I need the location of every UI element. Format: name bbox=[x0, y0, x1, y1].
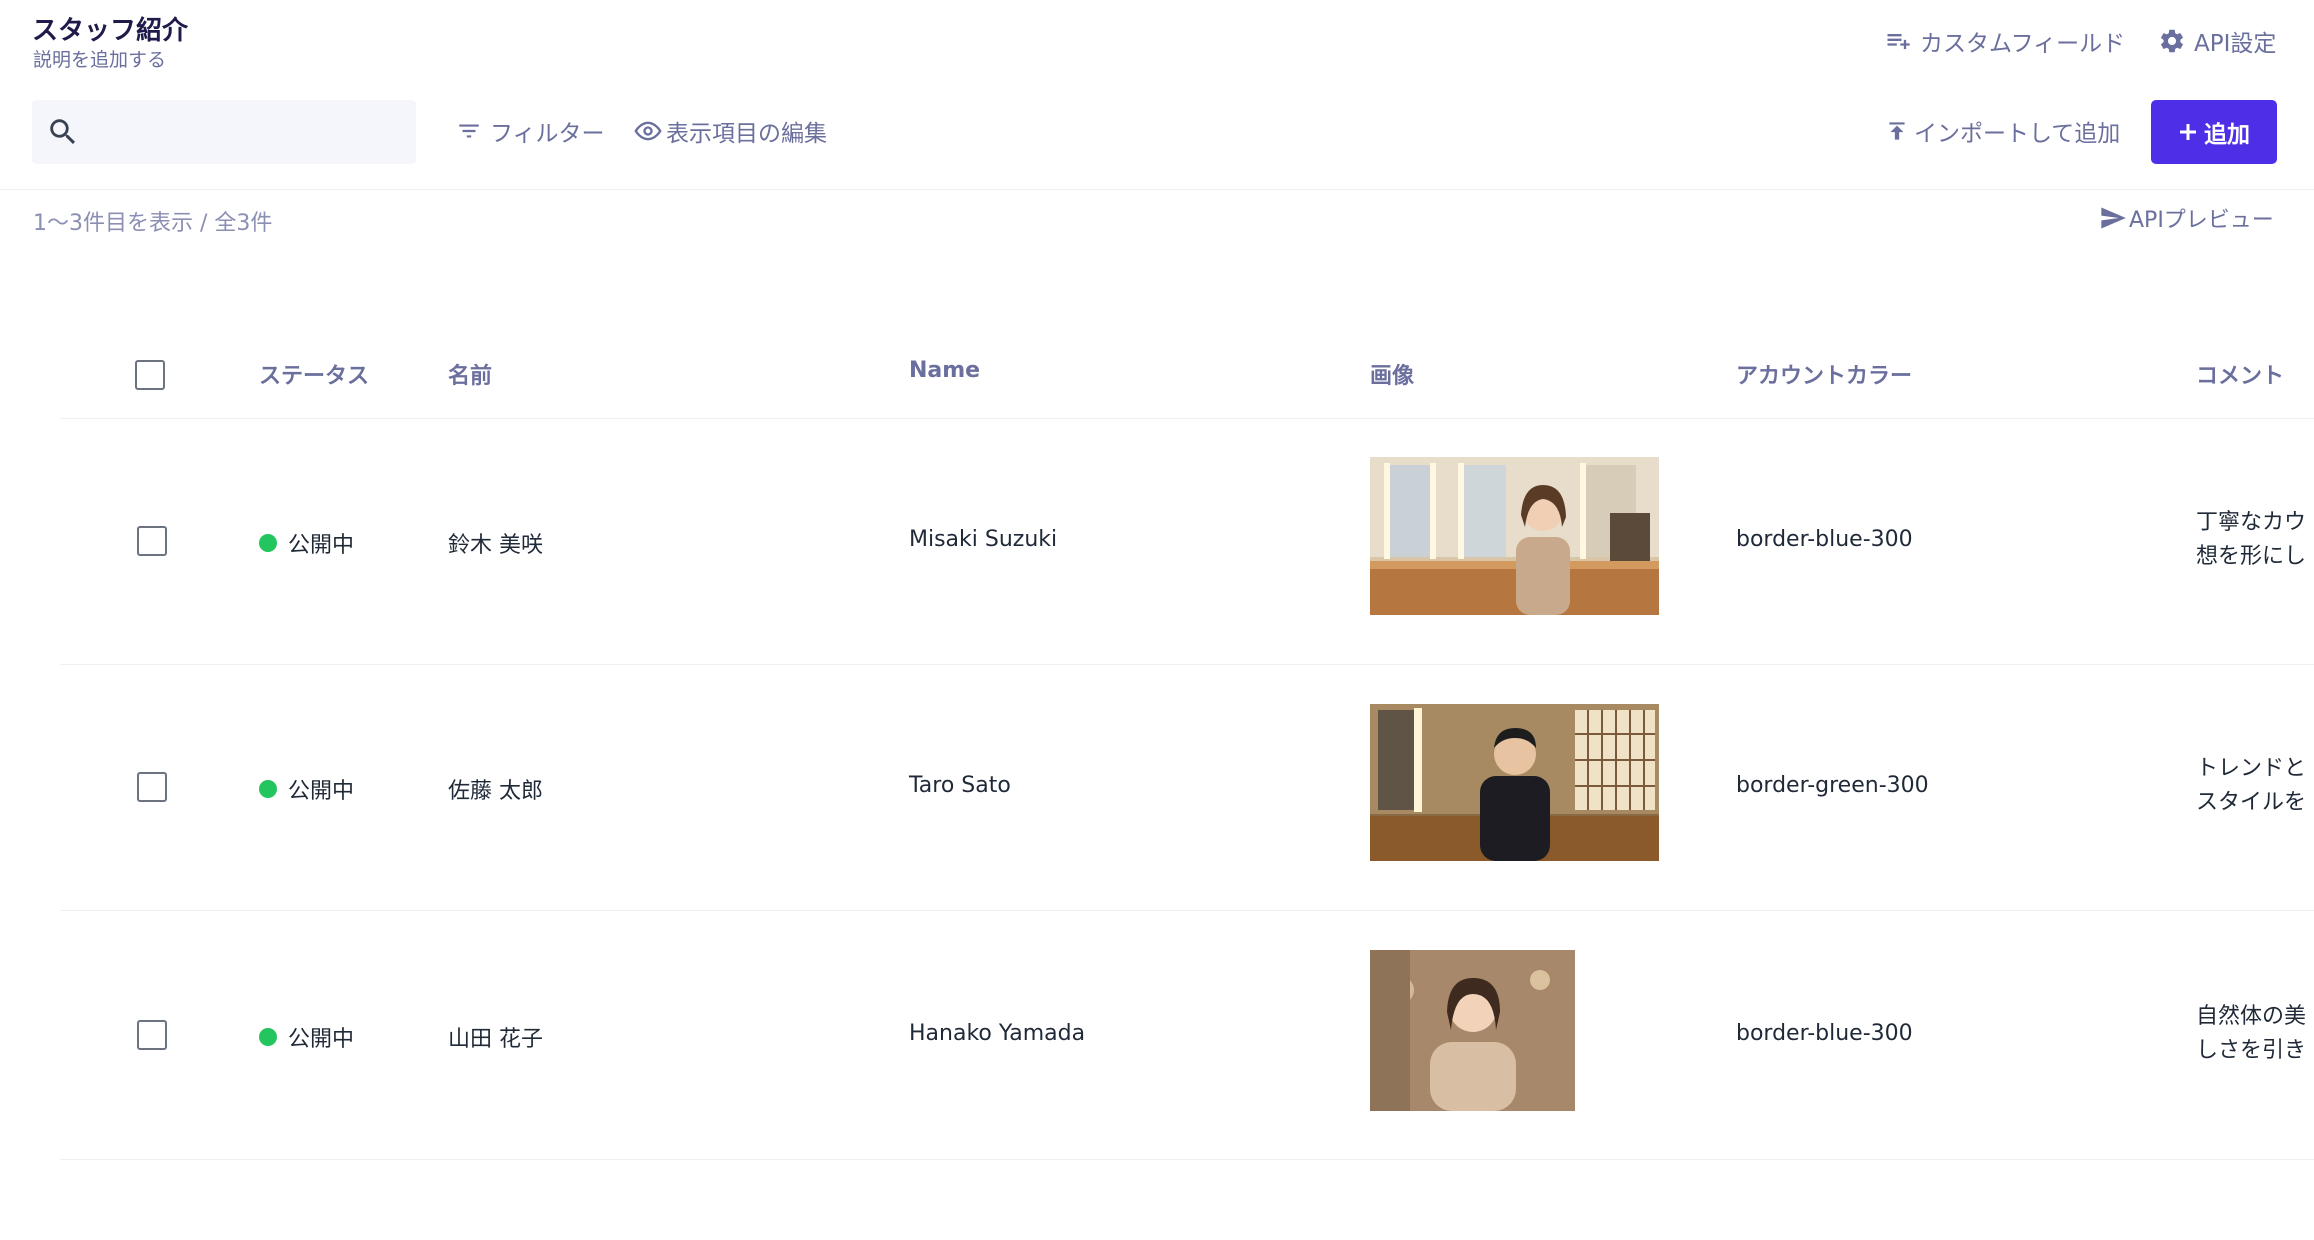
table-header-divider bbox=[60, 418, 2314, 419]
playlist-add-icon bbox=[1887, 34, 1910, 50]
name-ja-cell: 山田 花子 bbox=[448, 1027, 543, 1052]
column-header-name-ja[interactable]: 名前 bbox=[448, 358, 492, 390]
search-icon bbox=[50, 119, 76, 145]
name-ja-cell: 佐藤 太郎 bbox=[448, 779, 543, 804]
api-settings-button[interactable]: API設定 bbox=[2158, 24, 2276, 58]
filter-label: フィルター bbox=[490, 121, 605, 147]
column-header-account-color[interactable]: アカウントカラー bbox=[1736, 358, 1912, 390]
upload-icon bbox=[1889, 122, 1905, 140]
custom-field-button[interactable]: カスタムフィールド bbox=[1884, 24, 2125, 58]
edit-columns-label: 表示項目の編集 bbox=[666, 121, 827, 147]
search-box bbox=[32, 100, 416, 164]
row-divider bbox=[60, 1159, 2314, 1160]
name-en-cell: Taro Sato bbox=[909, 773, 1011, 798]
api-preview-label: APIプレビュー bbox=[2129, 208, 2274, 233]
comment-line: 想を形にし bbox=[2196, 544, 2307, 569]
name-en-cell: Misaki Suzuki bbox=[909, 527, 1058, 552]
result-count: 1〜3件目を表示 / 全3件 bbox=[33, 211, 273, 236]
filter-button[interactable]: フィルター bbox=[456, 114, 605, 148]
comment-line: スタイルを bbox=[2196, 790, 2307, 815]
toolbar-divider bbox=[0, 189, 2314, 190]
import-button[interactable]: インポートして追加 bbox=[1884, 114, 2120, 148]
column-header-comment[interactable]: コメント bbox=[2196, 358, 2284, 390]
import-label: インポートして追加 bbox=[1914, 121, 2121, 147]
status-badge: 公開中 bbox=[259, 773, 354, 805]
gear-icon bbox=[2161, 29, 2183, 53]
comment-line: 丁寧なカウ bbox=[2196, 510, 2307, 535]
account-color-cell: border-blue-300 bbox=[1736, 527, 1913, 552]
custom-field-label: カスタムフィールド bbox=[1920, 31, 2126, 57]
api-preview-button[interactable]: APIプレビュー bbox=[2099, 202, 2274, 234]
stylist-photo-woman-salon[interactable] bbox=[1370, 457, 1659, 615]
account-color-cell: border-blue-300 bbox=[1736, 1021, 1913, 1046]
filter-icon bbox=[459, 124, 479, 138]
name-ja-cell: 鈴木 美咲 bbox=[448, 533, 543, 558]
page-description-link[interactable]: 説明を追加する bbox=[33, 45, 166, 72]
stylist-photo-man-salon[interactable] bbox=[1370, 704, 1659, 861]
edit-columns-button[interactable]: 表示項目の編集 bbox=[634, 114, 827, 148]
row-divider bbox=[60, 910, 2314, 911]
comment-cell: 自然体の美 しさを引き bbox=[2196, 1000, 2306, 1068]
comment-line: トレンドと bbox=[2196, 756, 2307, 781]
api-settings-label: API設定 bbox=[2194, 31, 2277, 57]
add-button[interactable]: 追加 bbox=[2151, 100, 2277, 164]
status-dot bbox=[259, 534, 277, 552]
page-title: スタッフ紹介 bbox=[32, 16, 189, 46]
name-en-cell: Hanako Yamada bbox=[909, 1021, 1086, 1046]
status-label: 公開中 bbox=[288, 779, 355, 804]
column-header-name-en[interactable]: Name bbox=[909, 358, 980, 383]
status-label: 公開中 bbox=[288, 533, 355, 558]
comment-cell: トレンドと スタイルを bbox=[2196, 752, 2306, 820]
comment-line: 自然体の美 bbox=[2196, 1004, 2307, 1029]
account-color-cell: border-green-300 bbox=[1736, 773, 1929, 798]
plus-icon bbox=[2180, 124, 2196, 140]
search-input[interactable] bbox=[90, 118, 394, 146]
status-badge: 公開中 bbox=[259, 527, 354, 559]
send-icon bbox=[2101, 207, 2126, 229]
comment-line: しさを引き bbox=[2196, 1038, 2307, 1063]
status-badge: 公開中 bbox=[259, 1021, 354, 1053]
row-checkbox[interactable] bbox=[137, 526, 167, 556]
row-checkbox[interactable] bbox=[137, 1020, 167, 1050]
column-header-status[interactable]: ステータス bbox=[259, 358, 369, 390]
status-label: 公開中 bbox=[288, 1027, 355, 1052]
status-dot bbox=[259, 1028, 277, 1046]
add-label: 追加 bbox=[2204, 122, 2250, 148]
column-header-image[interactable]: 画像 bbox=[1370, 358, 1414, 390]
row-divider bbox=[60, 664, 2314, 665]
stylist-photo-woman-portrait[interactable] bbox=[1370, 950, 1575, 1111]
status-dot bbox=[259, 780, 277, 798]
row-checkbox[interactable] bbox=[137, 772, 167, 802]
eye-icon bbox=[634, 121, 662, 141]
comment-cell: 丁寧なカウ 想を形にし bbox=[2196, 506, 2306, 574]
select-all-checkbox[interactable] bbox=[135, 360, 165, 390]
